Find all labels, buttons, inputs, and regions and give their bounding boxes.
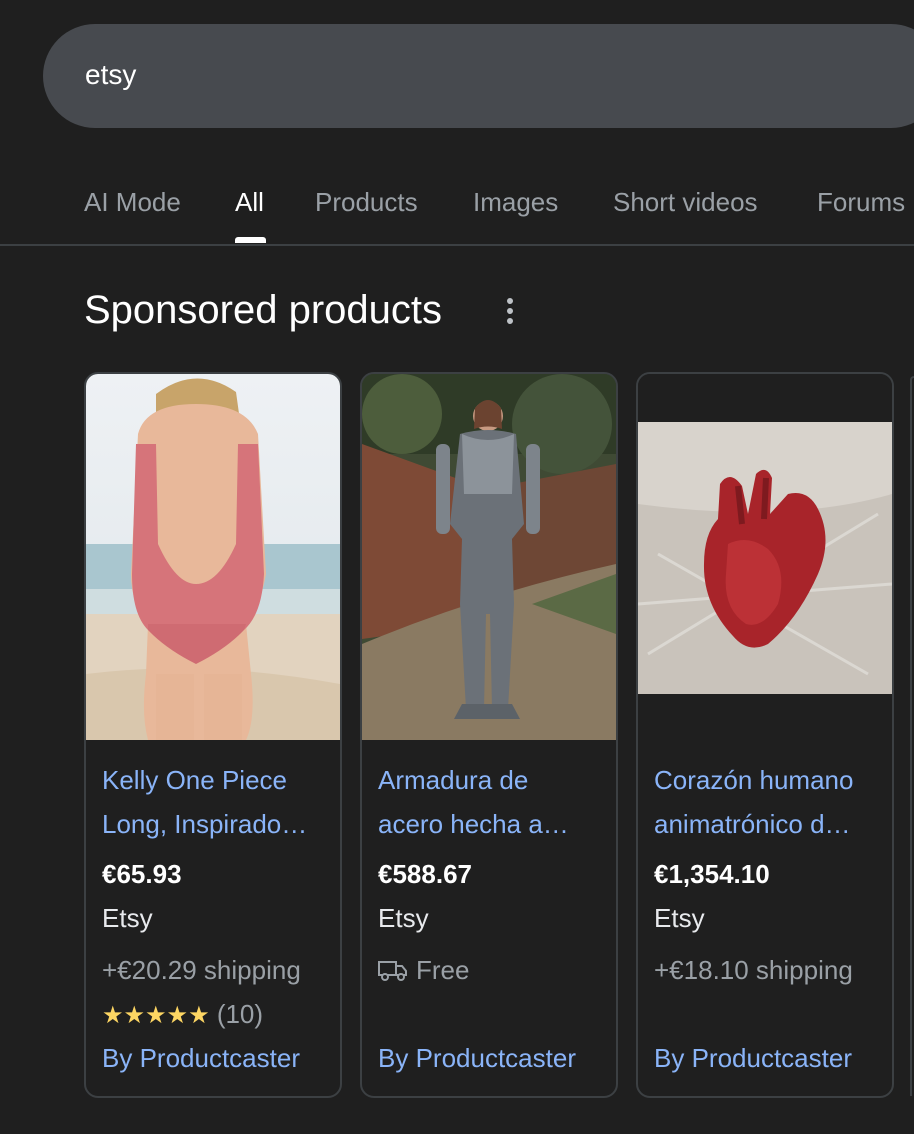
- product-price: €65.93: [102, 859, 182, 889]
- tab-short-videos[interactable]: Short videos: [613, 186, 758, 218]
- shipping-info: Free: [378, 954, 469, 986]
- product-title-link[interactable]: Kelly One Piece Long, Inspirado…: [102, 758, 330, 846]
- shipping-info: +€20.29 shipping: [102, 955, 301, 985]
- product-image[interactable]: [638, 374, 892, 740]
- tab-forums[interactable]: Forums: [817, 186, 905, 218]
- rating-stars-icon: ★★★★★: [102, 1002, 210, 1029]
- merchant-name: Etsy: [378, 903, 429, 933]
- search-tabs: AI Mode All Products Images Short videos…: [0, 160, 914, 246]
- swimsuit-photo: [86, 374, 340, 740]
- tab-images[interactable]: Images: [473, 186, 558, 218]
- shipping-text: Free: [416, 955, 470, 985]
- heart-photo: [638, 374, 892, 740]
- product-image[interactable]: [86, 374, 340, 740]
- by-productcaster-link[interactable]: By Productcaster: [378, 1042, 576, 1074]
- product-title-link[interactable]: Armadura de acero hecha a…: [378, 758, 606, 846]
- product-rating: ★★★★★ (10): [102, 998, 263, 1032]
- product-title-line: animatrónico d…: [654, 809, 851, 839]
- more-options-icon[interactable]: [500, 296, 520, 326]
- product-title-line: Kelly One Piece: [102, 765, 287, 795]
- rating-count: (10): [216, 999, 264, 1029]
- active-tab-indicator: [235, 237, 266, 243]
- product-title-line: acero hecha a…: [378, 809, 569, 839]
- section-title: Sponsored products: [84, 288, 443, 332]
- merchant-name: Etsy: [102, 903, 153, 933]
- product-title-line: Long, Inspirado…: [102, 809, 308, 839]
- truck-icon: [378, 961, 407, 981]
- merchant-name: Etsy: [654, 903, 705, 933]
- product-title-line: Corazón humano: [654, 765, 854, 795]
- tab-all[interactable]: All: [235, 186, 264, 218]
- tab-products[interactable]: Products: [315, 186, 418, 218]
- shipping-info: +€18.10 shipping: [654, 955, 853, 985]
- product-card[interactable]: Kelly One Piece Long, Inspirado… €65.93 …: [84, 372, 342, 1098]
- by-productcaster-link[interactable]: By Productcaster: [654, 1042, 852, 1074]
- search-input[interactable]: etsy: [85, 58, 136, 92]
- product-image[interactable]: [362, 374, 616, 740]
- product-title-line: Armadura de: [378, 765, 529, 795]
- product-card[interactable]: Armadura de acero hecha a… €588.67 Etsy …: [360, 372, 618, 1098]
- next-product-card-edge[interactable]: [910, 376, 914, 1096]
- product-title-link[interactable]: Corazón humano animatrónico d…: [654, 758, 882, 846]
- by-productcaster-link[interactable]: By Productcaster: [102, 1042, 300, 1074]
- product-price: €1,354.10: [654, 859, 770, 889]
- tab-ai-mode[interactable]: AI Mode: [84, 186, 181, 218]
- armor-photo: [362, 374, 616, 740]
- search-bar[interactable]: etsy: [43, 24, 914, 128]
- product-price: €588.67: [378, 859, 472, 889]
- product-card[interactable]: Corazón humano animatrónico d… €1,354.10…: [636, 372, 894, 1098]
